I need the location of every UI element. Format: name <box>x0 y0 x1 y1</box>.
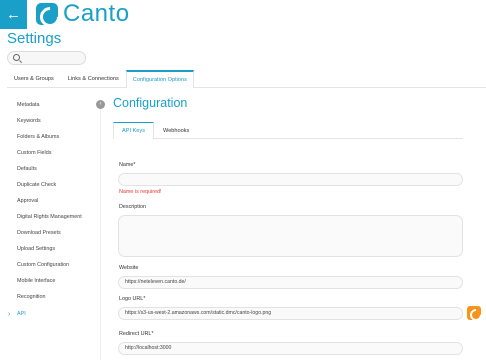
sidebar-item-approval[interactable]: Approval <box>17 198 38 204</box>
website-field[interactable]: https://neteleven.canto.de/ <box>118 276 463 289</box>
description-field[interactable] <box>118 215 463 257</box>
top-bar: ← Canto <box>0 0 486 29</box>
sidebar-item-duplicate-check[interactable]: Duplicate Check <box>17 182 56 188</box>
search-icon <box>13 54 20 61</box>
logo-url-field[interactable]: https://s3-us-west-2.amazonaws.com/stati… <box>118 307 463 320</box>
sidebar-item-upload-settings[interactable]: Upload Settings <box>17 246 55 252</box>
logo-url-label: Logo URL* <box>119 296 146 302</box>
sidebar-item-defaults[interactable]: Defaults <box>17 166 37 172</box>
logo-text: Canto <box>63 0 130 27</box>
logo-preview-button[interactable] <box>467 306 481 320</box>
sidebar-item-custom-fields[interactable]: Custom Fields <box>17 150 51 156</box>
sidebar-divider <box>100 100 101 360</box>
redirect-url-field[interactable]: http://localhost:3000 <box>118 342 463 355</box>
sidebar-item-digital-rights-management[interactable]: Digital Rights Management <box>17 214 82 220</box>
collapse-sidebar-button[interactable]: ‹ <box>96 100 105 109</box>
back-button[interactable]: ← <box>0 0 27 29</box>
sidebar-item-metadata[interactable]: Metadata <box>17 102 39 108</box>
sidebar-item-download-presets[interactable]: Download Presets <box>17 230 61 236</box>
canto-logo[interactable]: Canto <box>36 0 130 27</box>
tab-webhooks[interactable]: Webhooks <box>154 122 198 139</box>
arrow-left-icon: ← <box>6 6 21 23</box>
name-label: Name* <box>119 162 136 168</box>
redirect-url-label: Redirect URL* <box>119 331 154 337</box>
chevron-left-icon: ‹ <box>99 101 102 107</box>
sidebar-item-mobile-interface[interactable]: Mobile Interface <box>17 278 55 284</box>
name-field[interactable] <box>118 173 463 186</box>
configuration-tabs: API Keys Webhooks <box>113 122 463 139</box>
tab-links-connections[interactable]: Links & Connections <box>61 70 126 87</box>
name-error: Name is required! <box>119 189 162 195</box>
website-label: Website <box>119 265 139 271</box>
description-label: Description <box>119 204 146 210</box>
page-title: Settings <box>7 30 62 47</box>
tab-users-groups[interactable]: Users & Groups <box>7 70 61 87</box>
sidebar-item-custom-configuration[interactable]: Custom Configuration <box>17 262 69 268</box>
sidebar-item-keywords[interactable]: Keywords <box>17 118 41 124</box>
sidebar-item-api[interactable]: API <box>17 311 26 317</box>
settings-tabs: Users & Groups Links & Connections Confi… <box>7 70 486 88</box>
configuration-title: Configuration <box>113 96 188 110</box>
tab-api-keys[interactable]: API Keys <box>113 122 155 139</box>
chevron-right-icon: › <box>8 311 11 318</box>
canto-logo-icon <box>36 3 58 25</box>
sidebar-item-folders-albums[interactable]: Folders & Albums <box>17 134 59 140</box>
search-input[interactable] <box>7 51 86 65</box>
tab-configuration-options[interactable]: Configuration Options <box>125 70 194 88</box>
sidebar-item-recognition[interactable]: Recognition <box>17 294 45 300</box>
